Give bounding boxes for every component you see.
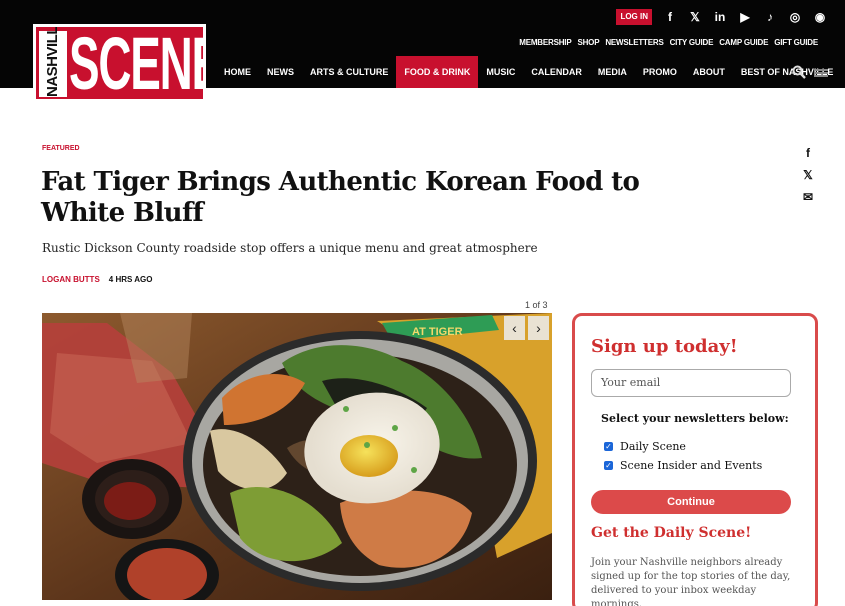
scene-insider-label: Scene Insider and Events bbox=[620, 459, 763, 472]
scene-insider-checkbox[interactable]: ✓ Scene Insider and Events bbox=[604, 459, 762, 472]
nav-about[interactable]: ABOUT bbox=[685, 56, 733, 88]
nav-news[interactable]: NEWS bbox=[259, 56, 302, 88]
nav-music[interactable]: MUSIC bbox=[478, 56, 523, 88]
continue-button[interactable]: Continue bbox=[591, 490, 791, 514]
podcast-icon[interactable]: ◉ bbox=[813, 9, 827, 25]
x-icon[interactable]: 𝕏 bbox=[688, 9, 702, 25]
photo-carousel-controls: ‹ › bbox=[504, 316, 549, 340]
utility-link-camp-guide[interactable]: CAMP GUIDE bbox=[719, 38, 768, 47]
newsletter-select-prompt: Select your newsletters below: bbox=[601, 412, 789, 425]
bibimbap-photo-illustration: AT TIGER bbox=[42, 313, 552, 600]
previous-image-button[interactable]: ‹ bbox=[504, 316, 525, 340]
article-title: Fat Tiger Brings Authentic Korean Food t… bbox=[41, 167, 640, 228]
social-links: LOG IN f 𝕏 in ▶ ♪ ◎ ◉ bbox=[616, 9, 827, 25]
login-button[interactable]: LOG IN bbox=[616, 9, 652, 25]
nav-media[interactable]: MEDIA bbox=[590, 56, 635, 88]
article-kicker[interactable]: FEATURED bbox=[42, 145, 80, 152]
checkmark-icon: ✓ bbox=[604, 442, 613, 451]
nav-calendar[interactable]: CALENDAR bbox=[523, 56, 590, 88]
checkmark-icon: ✓ bbox=[604, 461, 613, 470]
youtube-icon[interactable]: ▶ bbox=[738, 9, 752, 25]
nav-food-drink[interactable]: FOOD & DRINK bbox=[396, 56, 479, 88]
nav-arts-culture[interactable]: ARTS & CULTURE bbox=[302, 56, 396, 88]
article-byline: LOGAN BUTTS 4 HRS AGO bbox=[42, 275, 153, 284]
nav-promo[interactable]: PROMO bbox=[635, 56, 685, 88]
utility-link-newsletters[interactable]: NEWSLETTERS bbox=[605, 38, 663, 47]
nashville-scene-logo[interactable]: NASHVILLE SCENE bbox=[33, 24, 206, 102]
next-image-button[interactable]: › bbox=[528, 316, 549, 340]
article-dek: Rustic Dickson County roadside stop offe… bbox=[42, 241, 538, 255]
menu-sign-text: AT TIGER bbox=[412, 326, 463, 338]
newsletter-signup-box: Sign up today! Your email Select your ne… bbox=[572, 313, 818, 606]
site-header: NASHVILLE SCENE LOG IN f 𝕏 in ▶ ♪ ◎ ◉ ME… bbox=[0, 0, 845, 102]
email-input[interactable]: Your email bbox=[591, 369, 791, 397]
utility-link-city-guide[interactable]: CITY GUIDE bbox=[670, 38, 714, 47]
share-buttons: f 𝕏 ✉ bbox=[800, 146, 816, 212]
daily-scene-description: Join your Nashville neighbors already si… bbox=[591, 557, 791, 606]
utility-nav: MEMBERSHIP SHOP NEWSLETTERS CITY GUIDE C… bbox=[519, 38, 818, 47]
nav-home[interactable]: HOME bbox=[216, 56, 259, 88]
x-share-icon[interactable]: 𝕏 bbox=[800, 168, 816, 190]
daily-scene-checkbox[interactable]: ✓ Daily Scene bbox=[604, 440, 686, 453]
utility-link-shop[interactable]: SHOP bbox=[577, 38, 599, 47]
email-share-icon[interactable]: ✉ bbox=[800, 190, 816, 212]
signup-heading: Sign up today! bbox=[591, 336, 738, 357]
tiktok-icon[interactable]: ♪ bbox=[763, 9, 777, 25]
daily-scene-label: Daily Scene bbox=[620, 440, 686, 453]
author-link[interactable]: LOGAN BUTTS bbox=[42, 275, 100, 284]
logo-side-text: NASHVILLE bbox=[39, 27, 67, 97]
main-nav: HOME NEWS ARTS & CULTURE FOOD & DRINK MU… bbox=[216, 56, 841, 88]
linkedin-icon[interactable]: in bbox=[713, 9, 727, 25]
facebook-icon[interactable]: f bbox=[663, 9, 677, 25]
hamburger-menu-icon[interactable] bbox=[814, 69, 828, 77]
utility-link-membership[interactable]: MEMBERSHIP bbox=[519, 38, 571, 47]
utility-link-gift-guide[interactable]: GIFT GUIDE bbox=[774, 38, 818, 47]
image-counter: 1 of 3 bbox=[525, 300, 548, 310]
instagram-icon[interactable]: ◎ bbox=[788, 9, 802, 25]
search-icon[interactable] bbox=[792, 65, 806, 79]
logo-main-text: SCENE bbox=[69, 24, 206, 102]
daily-scene-heading: Get the Daily Scene! bbox=[591, 525, 752, 541]
facebook-share-icon[interactable]: f bbox=[800, 146, 816, 168]
article-photo[interactable]: AT TIGER ‹ › bbox=[42, 313, 552, 600]
publish-time: 4 HRS AGO bbox=[108, 275, 153, 284]
